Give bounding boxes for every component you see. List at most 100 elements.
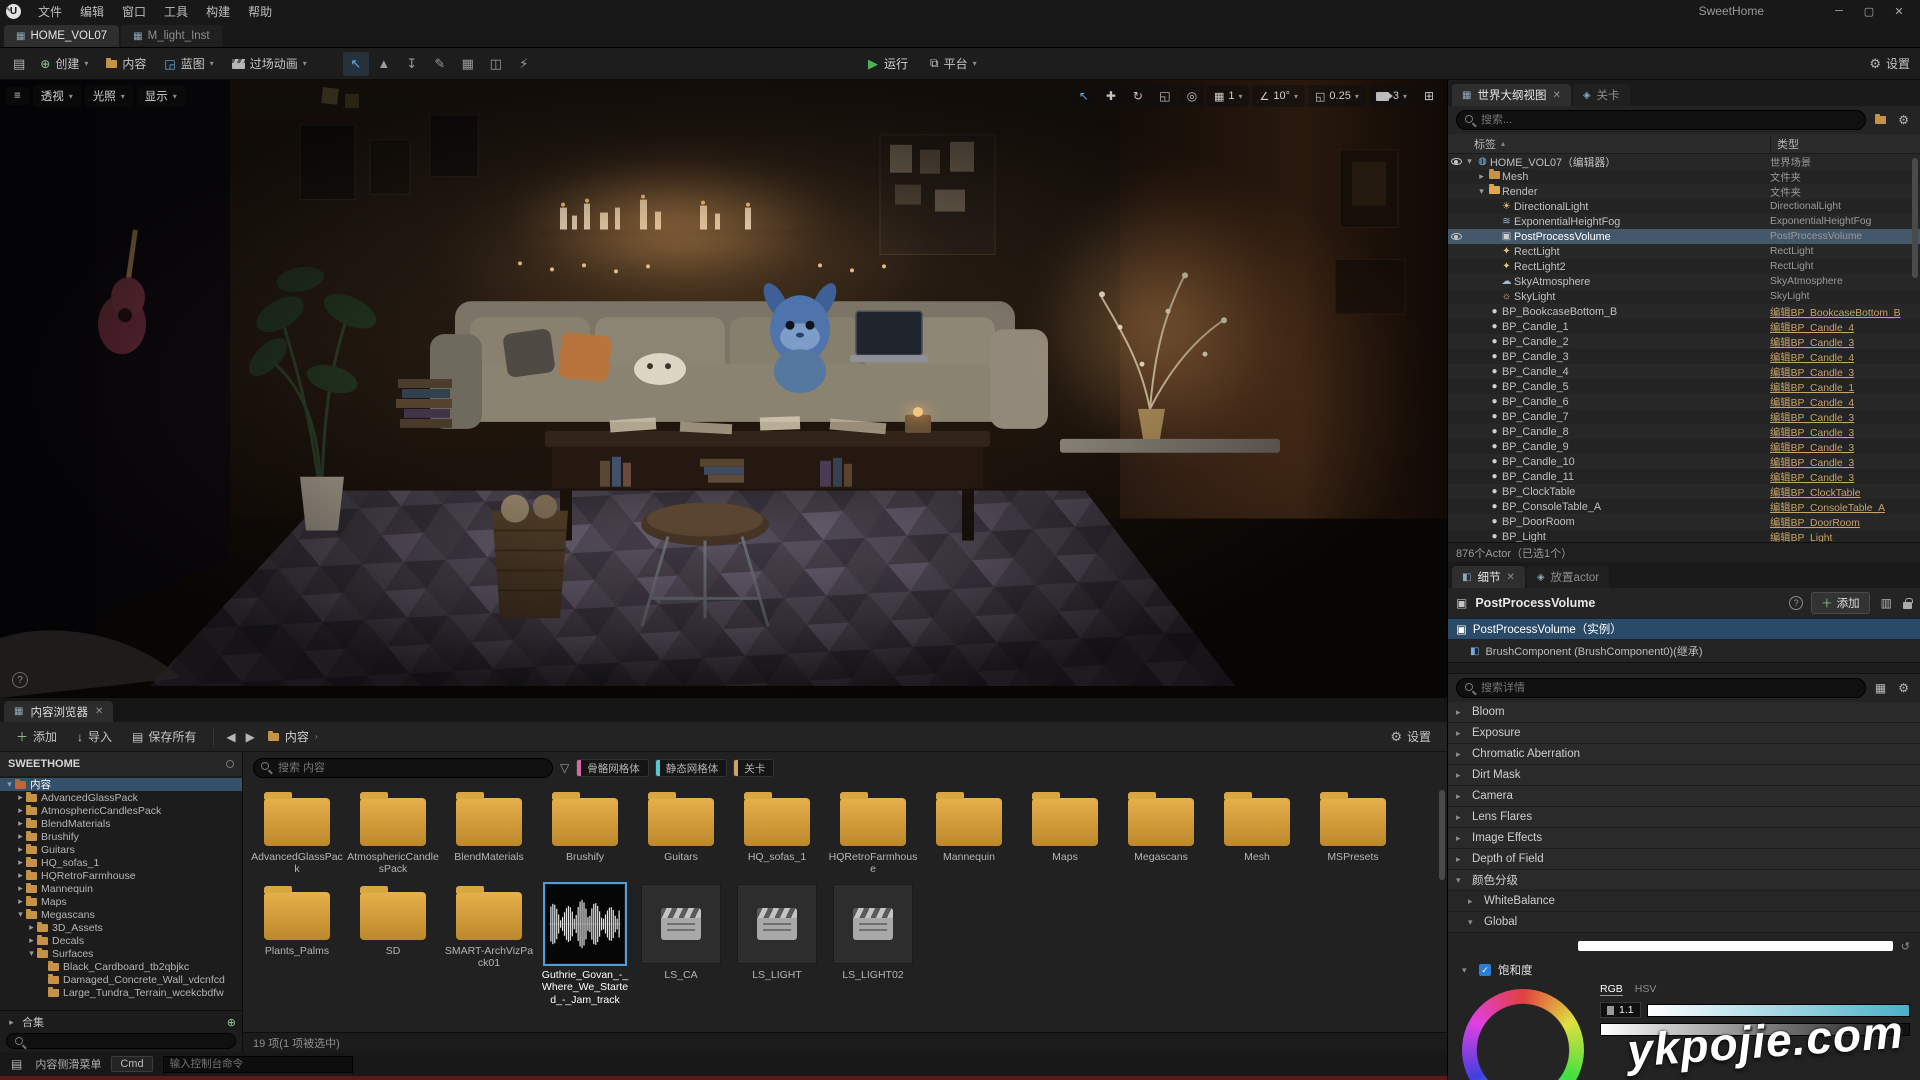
asset-tab[interactable]: ▦ HOME_VOL07 — [4, 25, 119, 47]
filter-chip[interactable]: 关卡 — [733, 759, 774, 777]
tab-world-outliner[interactable]: ▦ 世界大纲视图 ✕ — [1452, 84, 1571, 106]
outliner-row[interactable]: ▾ Render 文件夹 — [1448, 184, 1920, 199]
close-icon[interactable]: ✕ — [1884, 5, 1914, 18]
cinematics-button[interactable]: 过场动画 ▾ — [224, 51, 315, 76]
content-tree-item[interactable]: ▸ Mannequin — [0, 882, 242, 895]
expander-arrow-icon[interactable]: ▸ — [15, 792, 26, 803]
breadcrumb[interactable]: 内容 › — [262, 728, 324, 745]
expander-arrow-icon[interactable]: ▸ — [26, 922, 37, 933]
filter-chip[interactable]: 静态网格体 — [655, 759, 728, 777]
details-section-row[interactable]: ▸ Lens Flares — [1448, 807, 1920, 828]
content-drawer-button[interactable]: 内容侧滑菜单 — [35, 1056, 101, 1072]
details-search-input[interactable] — [1457, 682, 1865, 694]
move-tool-icon[interactable]: ✚ — [1099, 85, 1123, 107]
details-search[interactable] — [1456, 678, 1866, 698]
content-folder-item[interactable]: BlendMaterials — [441, 786, 537, 880]
section-arrow-icon[interactable]: ▸ — [1456, 749, 1466, 760]
section-arrow-icon[interactable]: ▾ — [1468, 917, 1478, 928]
viewport-help-icon[interactable]: ? — [12, 672, 28, 688]
content-tree-item[interactable]: Black_Cardboard_tb2qbjkc — [0, 960, 242, 973]
saturation-value-field[interactable]: 1.1 — [1600, 1002, 1641, 1018]
outliner-row[interactable]: ● BP_Candle_7 编辑BP_Candle_3 — [1448, 409, 1920, 424]
outliner-row[interactable]: ✦ RectLight RectLight — [1448, 244, 1920, 259]
content-sequence-item[interactable]: LS_LIGHT — [729, 880, 825, 1010]
details-section-row[interactable]: ▸ Bloom — [1448, 702, 1920, 723]
section-arrow-icon[interactable]: ▸ — [1456, 833, 1466, 844]
minimize-icon[interactable]: ─ — [1824, 5, 1854, 17]
create-button[interactable]: ⊕ 创建 ▾ — [32, 51, 96, 76]
menubar-menu-item[interactable]: 文件 — [29, 1, 71, 22]
outliner-settings-icon[interactable]: ⚙ — [1895, 113, 1912, 127]
expander-arrow-icon[interactable]: ▾ — [1464, 156, 1475, 167]
modeling-mode-icon[interactable]: ▦ — [455, 52, 481, 76]
column-type[interactable]: 类型 — [1770, 136, 1920, 152]
content-folder-item[interactable]: Mesh — [1209, 786, 1305, 880]
details-section-row[interactable]: ▸ Depth of Field — [1448, 849, 1920, 870]
forward-icon[interactable]: ▶ — [243, 730, 258, 744]
filter-chip[interactable]: 骨骼网格体 — [576, 759, 649, 777]
camera-speed-control[interactable]: 3 ▾ — [1369, 85, 1414, 107]
content-search-input[interactable] — [253, 758, 553, 778]
details-section-row[interactable]: ▸ Chromatic Aberration — [1448, 744, 1920, 765]
section-arrow-icon[interactable]: ▸ — [1456, 707, 1466, 718]
outliner-row[interactable]: ● BP_ClockTable 编辑BP_ClockTable — [1448, 484, 1920, 499]
content-folder-item[interactable]: AtmosphericCandlesPack — [345, 786, 441, 880]
viewport-options-icon[interactable]: ≡ — [6, 87, 29, 105]
outliner-row[interactable]: ▾ ◍ HOME_VOL07（编辑器） 世界场景 — [1448, 154, 1920, 169]
rgb-tab[interactable]: RGB — [1600, 983, 1623, 996]
reset-icon[interactable]: ↺ — [1901, 940, 1910, 953]
outliner-row[interactable]: ≋ ExponentialHeightFog ExponentialHeight… — [1448, 214, 1920, 229]
expander-arrow-icon[interactable]: ▸ — [15, 883, 26, 894]
cb-save-all-button[interactable]: ▤ 保存所有 — [124, 724, 204, 749]
expander-arrow-icon[interactable]: ▸ — [15, 870, 26, 881]
content-folder-item[interactable]: SMART-ArchVizPack01 — [441, 880, 537, 1010]
content-tree-item[interactable]: ▸ Decals — [0, 934, 242, 947]
expander-arrow-icon[interactable]: ▸ — [15, 831, 26, 842]
details-section-row[interactable]: ▸ Dirt Mask — [1448, 765, 1920, 786]
outliner-scrollbar[interactable] — [1912, 158, 1918, 278]
expander-arrow-icon[interactable]: ▾ — [15, 909, 26, 920]
section-arrow-icon[interactable]: ▸ — [1456, 791, 1466, 802]
content-tree-item[interactable]: Large_Tundra_Terrain_wcekcbdfw — [0, 986, 242, 999]
expander-arrow-icon[interactable]: ▸ — [15, 896, 26, 907]
cmd-badge[interactable]: Cmd — [111, 1056, 152, 1072]
content-tree-item[interactable]: ▸ AtmosphericCandlesPack — [0, 804, 242, 817]
details-section-row[interactable]: ▸ Exposure — [1448, 723, 1920, 744]
close-icon[interactable]: ✕ — [1506, 572, 1514, 583]
content-folder-item[interactable]: SD — [345, 880, 441, 1010]
toolbar-settings[interactable]: ⚙ 设置 — [1869, 48, 1910, 79]
content-folder-item[interactable]: Brushify — [537, 786, 633, 880]
grid-scrollbar[interactable] — [1439, 790, 1445, 880]
menubar-menu-item[interactable]: 编辑 — [71, 1, 113, 22]
content-tree-item[interactable]: ▾ 内容 — [0, 778, 242, 791]
expander-arrow-icon[interactable]: ▾ — [26, 948, 37, 959]
menubar-menu-item[interactable]: 工具 — [155, 1, 197, 22]
rotation-snap-control[interactable]: ∠ 10° ▾ — [1252, 85, 1305, 107]
content-tree-item[interactable]: ▾ Surfaces — [0, 947, 242, 960]
outliner-row[interactable]: ● BP_DoorRoom 编辑BP_DoorRoom — [1448, 514, 1920, 529]
hsv-tab[interactable]: HSV — [1635, 983, 1657, 996]
outliner-search[interactable] — [1456, 110, 1866, 130]
content-sequence-item[interactable]: LS_CA — [633, 880, 729, 1010]
content-audio-item[interactable]: Guthrie_Govan_-_Where_We_Started_-_Jam_t… — [537, 880, 633, 1010]
select-tool-icon[interactable]: ↖ — [1072, 85, 1096, 107]
maximize-icon[interactable]: ▢ — [1854, 5, 1884, 18]
content-tree-item[interactable]: ▸ AdvancedGlassPack — [0, 791, 242, 804]
content-tree-item[interactable]: ▸ HQRetroFarmhouse — [0, 869, 242, 882]
color-wheel[interactable] — [1462, 989, 1584, 1080]
content-tree-item[interactable]: ▸ Maps — [0, 895, 242, 908]
animation-mode-icon[interactable]: ⚡ — [511, 52, 537, 76]
outliner-search-input[interactable] — [1457, 114, 1865, 126]
maximize-viewport-icon[interactable]: ⊞ — [1417, 85, 1441, 107]
color-grading-slider[interactable] — [1578, 941, 1893, 951]
expander-arrow-icon[interactable]: ▾ — [4, 779, 15, 790]
outliner-row[interactable]: ● BP_Candle_11 编辑BP_Candle_3 — [1448, 469, 1920, 484]
outliner-row[interactable]: ● BP_Candle_2 编辑BP_Candle_3 — [1448, 334, 1920, 349]
section-arrow-icon[interactable]: ▸ — [1456, 854, 1466, 865]
show-dropdown[interactable]: 显示▾ — [137, 85, 185, 107]
filter-funnel-icon[interactable]: ▽ — [560, 761, 569, 775]
section-arrow-icon[interactable]: ▸ — [1456, 728, 1466, 739]
cb-import-button[interactable]: ↓ 导入 — [69, 724, 120, 749]
view-mode-dropdown[interactable]: 光照▾ — [85, 85, 133, 107]
perspective-dropdown[interactable]: 透视▾ — [33, 85, 81, 107]
